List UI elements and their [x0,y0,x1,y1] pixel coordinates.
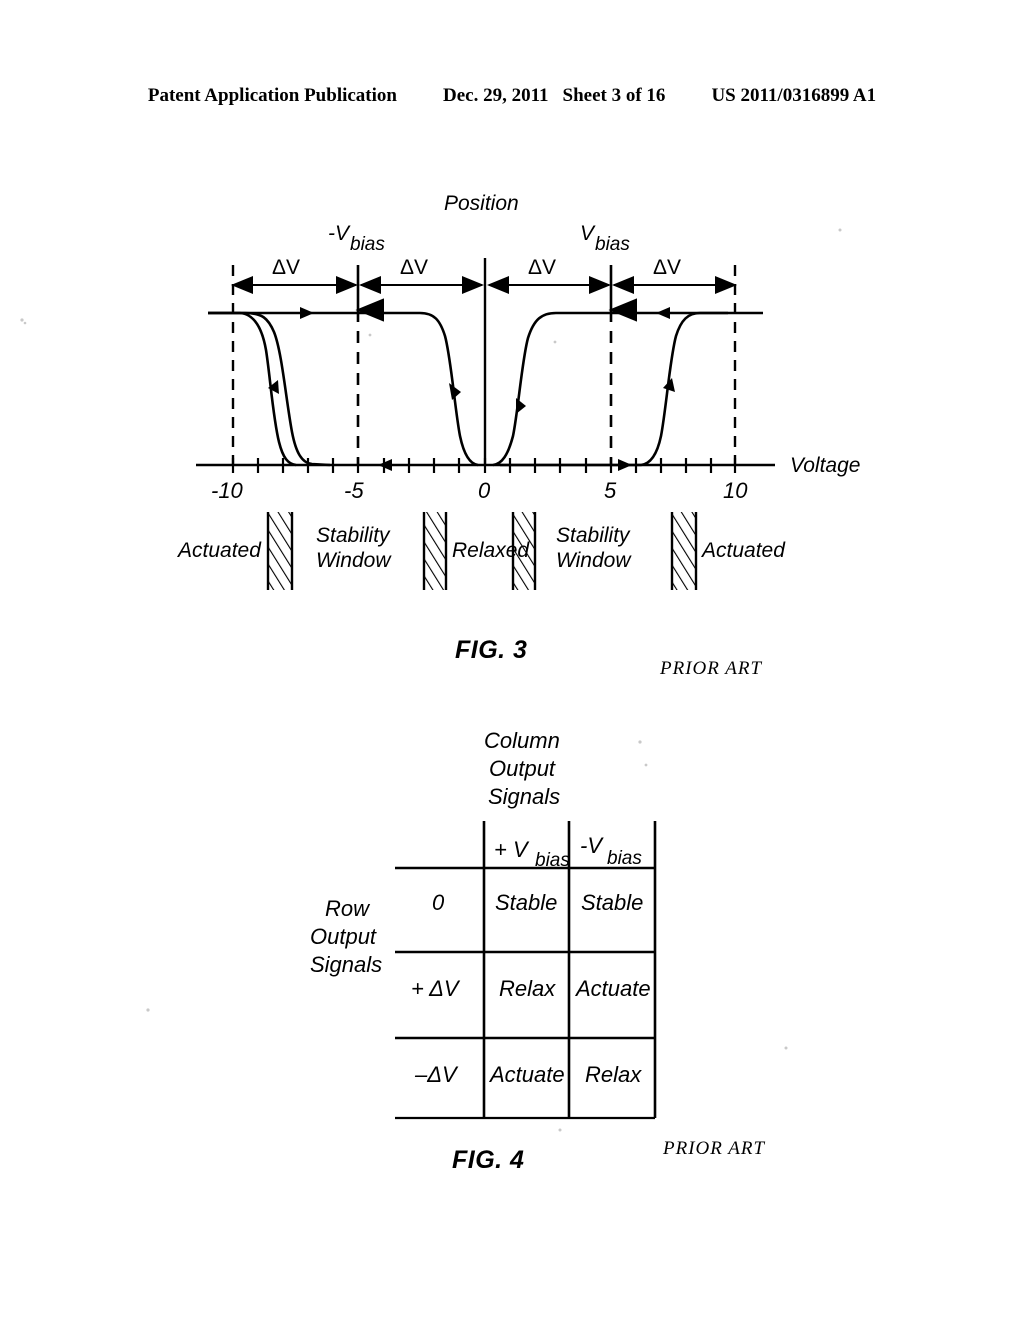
cell-r2c1: Relax [499,976,556,1001]
row-label-3: –ΔV [414,1062,459,1087]
svg-text:-V: -V [580,833,604,858]
delta-v-label-4: ΔV [653,256,681,279]
svg-text:Output: Output [489,756,556,781]
delta-v-label-2: ΔV [400,256,428,279]
table-column-header-2: -V bias [580,833,642,869]
page-header: Patent Application Publication Dec. 29, … [0,85,1024,115]
x-tick-label-plus5: 5 [604,478,617,503]
region-label-actuated-right: Actuated [700,539,786,562]
region-label-stability-left: Stability Window [316,524,392,572]
svg-text:-V: -V [328,222,351,245]
figure-4-caption: FIG. 4 [452,1146,525,1174]
curve-right-fall [500,311,763,467]
row-label-1: 0 [432,890,445,915]
cell-r3c1: Actuate [488,1062,565,1087]
region-label-actuated-left: Actuated [176,539,262,562]
hatched-bar-4 [670,512,698,590]
cell-r1c2: Stable [581,890,643,915]
svg-text:Stability: Stability [556,524,631,547]
table-row: + ΔV Relax Actuate [411,976,651,1001]
cell-r1c1: Stable [495,890,557,915]
figure-4: Column Output Signals Row Output Signals… [0,720,1024,1180]
publication-title: Patent Application Publication [147,85,397,106]
x-tick-label-minus10: -10 [211,478,244,503]
figure-4-prior-art-label: PRIOR ART [663,1138,766,1159]
svg-text:bias: bias [350,234,385,255]
svg-text:Window: Window [556,549,632,572]
svg-text:Stability: Stability [316,524,391,547]
patent-number: US 2011/0316899 A1 [711,85,877,106]
svg-text:Output: Output [310,924,377,949]
svg-text:Signals: Signals [310,952,382,977]
svg-text:bias: bias [535,850,570,871]
sheet-number: Sheet 3 of 16 [562,85,666,106]
curve-direction-arrows [268,307,675,471]
delta-v-label-1: ΔV [272,256,300,279]
table-row: 0 Stable Stable [432,890,643,915]
svg-text:Signals: Signals [488,784,560,809]
svg-text:+ V: + V [494,837,530,862]
hatched-bar-1 [266,512,294,590]
svg-text:Window: Window [316,549,392,572]
hatched-bar-2 [422,512,448,590]
svg-text:Row: Row [325,896,371,921]
hysteresis-curves [208,311,331,467]
cell-r3c2: Relax [585,1062,642,1087]
row-label-2: + ΔV [411,976,461,1001]
bias-right-label: V bias [580,222,630,255]
table-row: –ΔV Actuate Relax [414,1062,642,1087]
x-tick-label-plus10: 10 [723,478,748,503]
y-axis-label: Position [444,192,519,215]
figure-3-prior-art-label: PRIOR ART [660,658,763,679]
x-tick-label-zero: 0 [478,478,491,503]
region-label-stability-right: Stability Window [556,524,632,572]
column-header-label: Column Output Signals [484,728,560,809]
svg-text:Column: Column [484,728,560,753]
x-tick-label-minus5: -5 [344,478,364,503]
region-label-relaxed: Relaxed [452,539,530,562]
svg-text:V: V [580,222,596,245]
svg-text:bias: bias [595,234,630,255]
x-axis-label: Voltage [790,454,860,477]
cell-r2c2: Actuate [574,976,651,1001]
bias-left-label: -V bias [328,222,385,255]
curve-left-fall [208,311,479,467]
table-column-header-1: + V bias [494,837,570,871]
curve-left-down [208,311,331,467]
figure-3: Position -V bias V bias ΔV ΔV ΔV ΔV Volt… [0,170,1024,690]
publication-date: Dec. 29, 2011 [442,85,549,106]
delta-v-label-3: ΔV [528,256,556,279]
svg-text:bias: bias [607,848,642,869]
curve-left-rise [208,311,297,467]
figure-3-caption: FIG. 3 [455,636,528,664]
row-header-label: Row Output Signals [310,896,382,977]
